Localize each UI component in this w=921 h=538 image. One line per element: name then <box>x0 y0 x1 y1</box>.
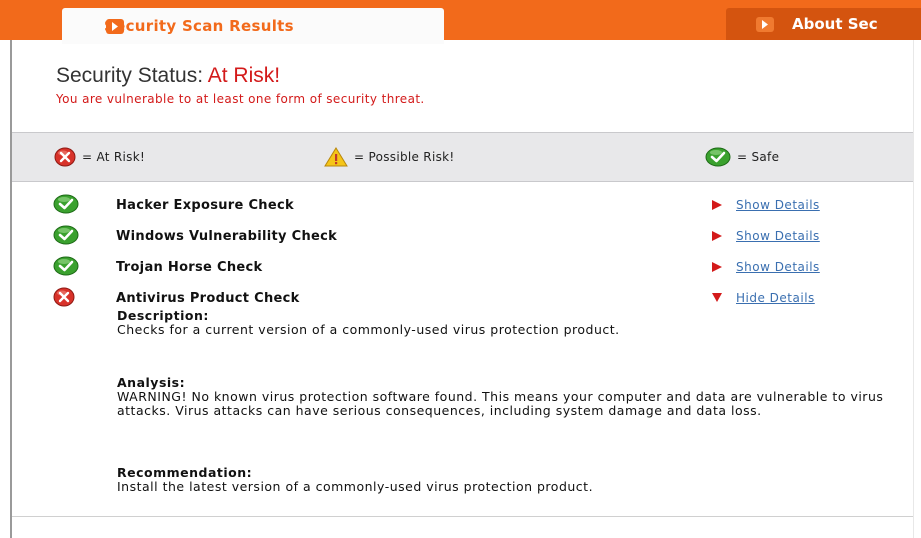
check-name: Trojan Horse Check <box>116 260 263 275</box>
description-heading: Description: <box>117 308 209 323</box>
triangle-right-icon <box>712 231 722 241</box>
show-details-text[interactable]: Show Details <box>736 198 820 212</box>
check-name: Hacker Exposure Check <box>116 198 294 213</box>
tab-label: Security Scan Results <box>104 17 294 35</box>
warning-icon <box>324 147 348 167</box>
at-risk-icon <box>53 287 75 307</box>
recommendation-heading: Recommendation: <box>117 465 253 480</box>
recommendation-text: Install the latest version of a commonly… <box>117 479 594 494</box>
show-details-link[interactable]: Show Details <box>712 260 820 274</box>
triangle-right-icon <box>712 262 722 272</box>
legend-safe-label: = Safe <box>737 150 780 164</box>
check-icon <box>53 256 79 276</box>
legend-possible-risk: = Possible Risk! <box>324 147 455 167</box>
status-subtitle: You are vulnerable to at least one form … <box>56 92 425 106</box>
arrow-right-icon <box>756 17 774 32</box>
check-icon <box>53 225 79 245</box>
legend-at-risk: = At Risk! <box>54 147 145 167</box>
check-name: Antivirus Product Check <box>116 291 300 306</box>
check-icon <box>53 194 79 214</box>
show-details-link[interactable]: Show Details <box>712 198 820 212</box>
tab-about[interactable]: About Sec <box>726 8 921 40</box>
analysis-heading: Analysis: <box>117 375 186 390</box>
show-details-text[interactable]: Show Details <box>736 260 820 274</box>
arrow-right-icon <box>106 19 124 34</box>
analysis-section: Analysis: WARNING! No known virus protec… <box>117 376 907 418</box>
triangle-right-icon <box>712 200 722 210</box>
tab-label: About Sec <box>792 15 878 33</box>
panel-border <box>10 40 12 538</box>
status-value: At Risk! <box>207 64 281 87</box>
description-section: Description: Checks for a current versio… <box>117 309 907 337</box>
check-row-windows-vulnerability: Windows Vulnerability Check Show Details <box>50 223 900 251</box>
description-text: Checks for a current version of a common… <box>117 322 620 337</box>
legend-safe: = Safe <box>705 147 779 167</box>
status-label: Security Status: <box>56 64 208 87</box>
check-icon <box>705 147 731 167</box>
show-details-link[interactable]: Show Details <box>712 229 820 243</box>
check-name: Windows Vulnerability Check <box>116 229 338 244</box>
check-row-hacker-exposure: Hacker Exposure Check Show Details <box>50 192 900 220</box>
panel-edge <box>913 40 914 538</box>
triangle-down-icon <box>712 293 722 302</box>
security-status-title: Security Status: At Risk! <box>56 64 280 88</box>
check-row-trojan-horse: Trojan Horse Check Show Details <box>50 254 900 282</box>
legend-possible-risk-label: = Possible Risk! <box>354 150 455 164</box>
show-details-text[interactable]: Show Details <box>736 229 820 243</box>
at-risk-icon <box>54 147 76 167</box>
analysis-text: WARNING! No known virus protection softw… <box>117 389 884 418</box>
status-legend: = At Risk! = Possible Risk! = Safe <box>12 132 913 182</box>
legend-at-risk-label: = At Risk! <box>82 150 146 164</box>
divider <box>12 516 913 517</box>
tab-security-scan-results[interactable]: Security Scan Results <box>62 8 444 44</box>
recommendation-section: Recommendation: Install the latest versi… <box>117 466 907 494</box>
hide-details-link[interactable]: Hide Details <box>712 291 815 305</box>
hide-details-text[interactable]: Hide Details <box>736 291 815 305</box>
